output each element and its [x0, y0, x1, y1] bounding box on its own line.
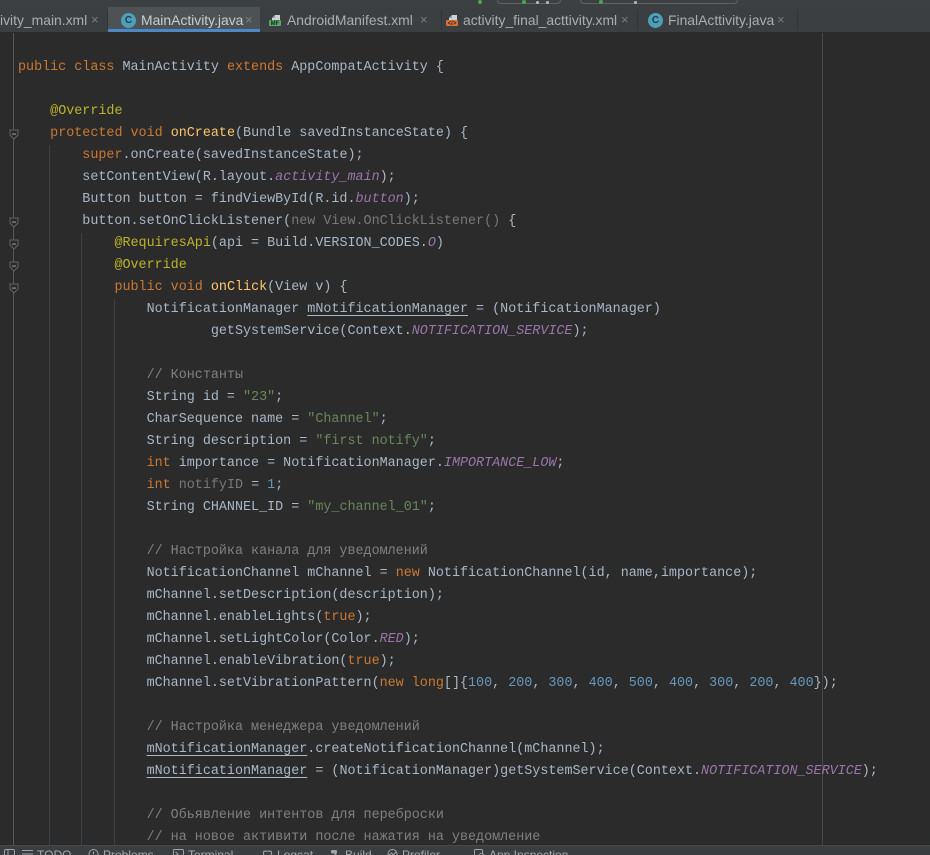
- svg-text:</>: </>: [448, 21, 457, 27]
- svg-text:MF: MF: [271, 21, 280, 27]
